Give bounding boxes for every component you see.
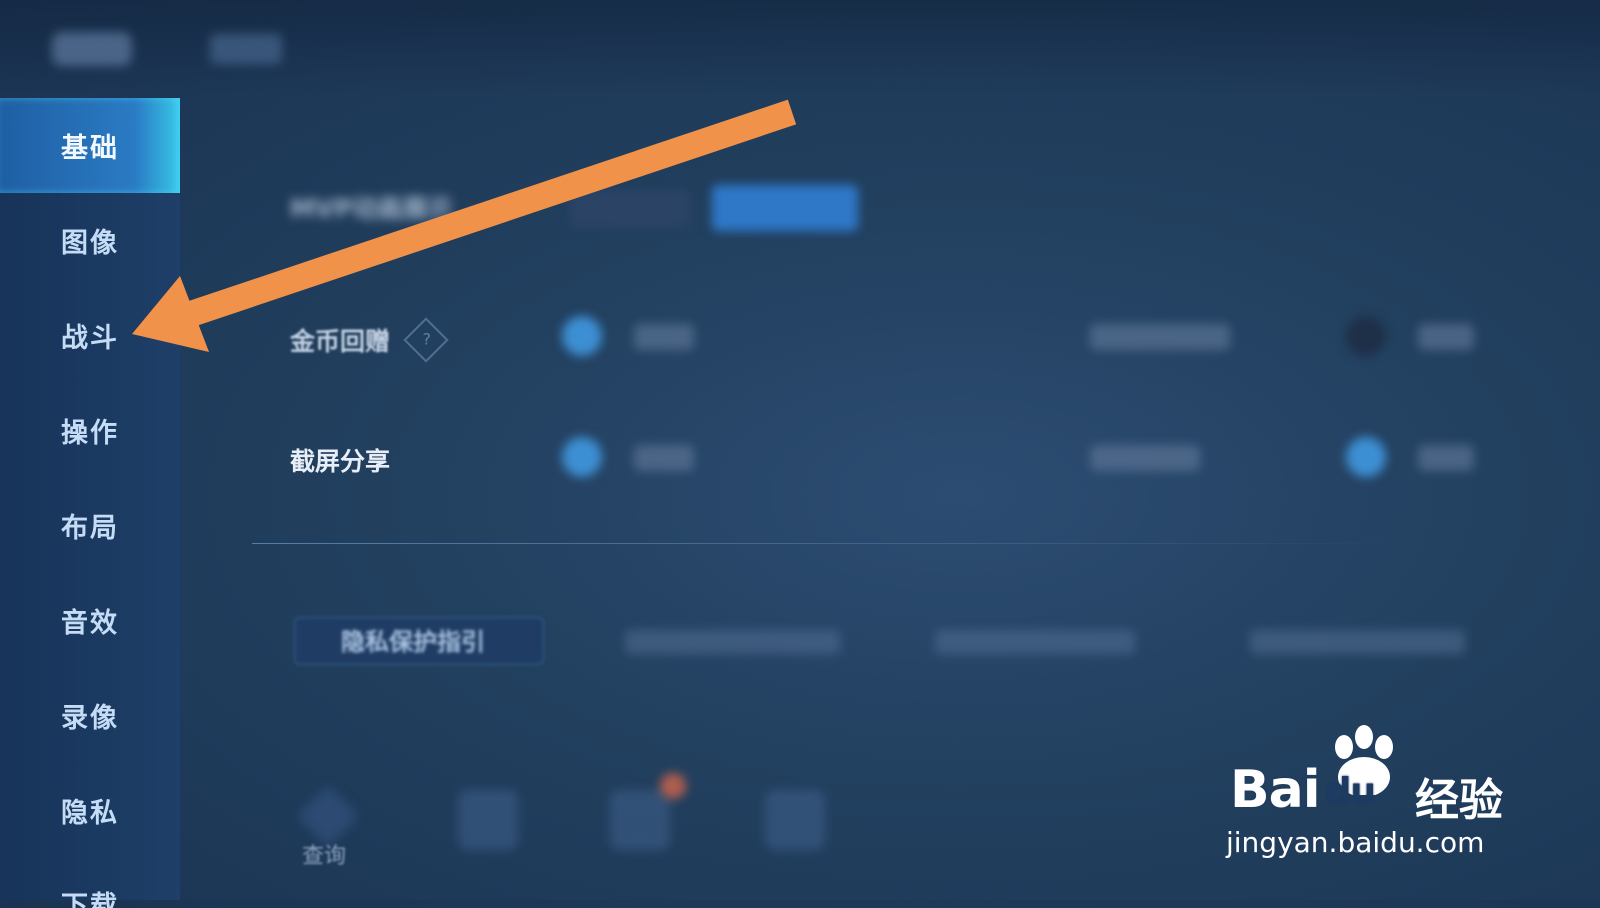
baidu-jingyan-text: 经验 bbox=[1415, 775, 1503, 826]
baidu-brand-text: Bai du bbox=[1230, 760, 1376, 820]
baidu-url-text: jingyan.baidu.com bbox=[1226, 826, 1485, 859]
baidu-watermark: Bai du 经验 jingyan.baidu.com bbox=[1226, 725, 1510, 870]
